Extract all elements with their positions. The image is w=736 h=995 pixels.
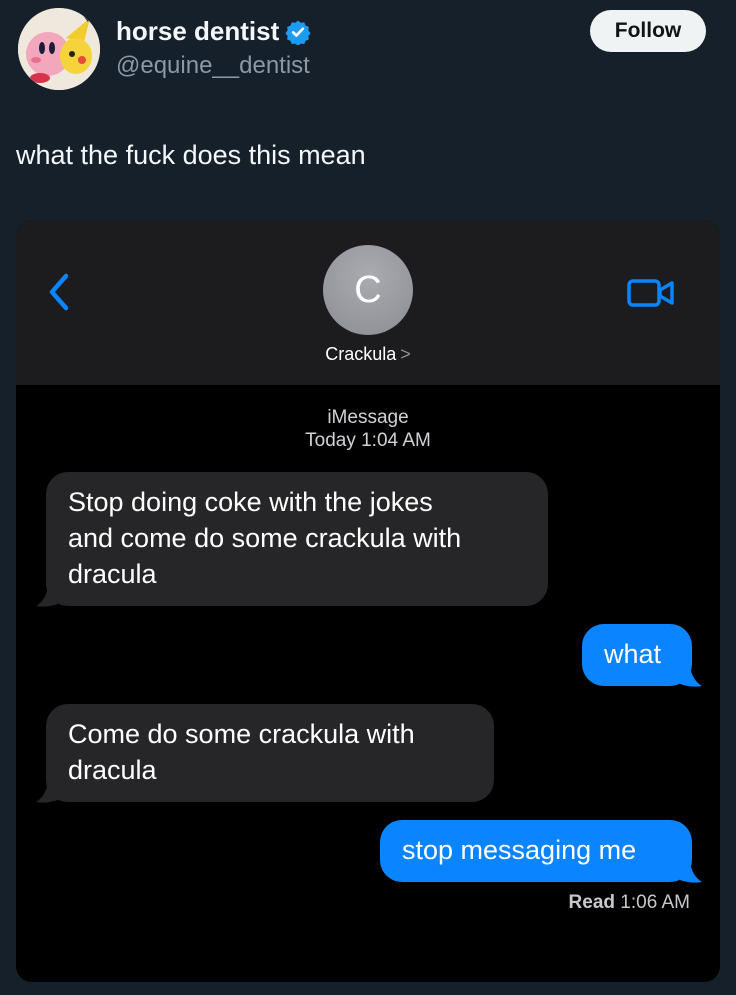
bubble-tail — [680, 666, 702, 687]
read-time: 1:06 AM — [620, 892, 690, 913]
conversation-timestamp: Today 1:04 AM — [305, 430, 431, 451]
follow-button[interactable]: Follow — [590, 10, 706, 52]
display-name[interactable]: horse dentist — [116, 16, 311, 47]
chevron-right-icon: > — [400, 344, 411, 364]
incoming-message-bubble: Come do some crackula with dracula — [46, 704, 494, 802]
incoming-message-bubble: Stop doing coke with the jokes and come … — [46, 472, 548, 606]
service-label: iMessage — [327, 407, 409, 428]
message-line: what — [604, 639, 662, 669]
display-name-text: horse dentist — [116, 16, 280, 46]
message-line: and come do some crackula with — [68, 523, 462, 553]
outgoing-message-bubble: what — [582, 624, 692, 686]
bubble-tail — [36, 586, 58, 607]
message-line: Come do some crackula with — [68, 719, 415, 749]
bubble-tail — [680, 862, 702, 883]
contact-avatar: C — [323, 245, 413, 335]
bubble-tail — [36, 782, 58, 803]
message-line: dracula — [68, 755, 157, 785]
outgoing-message-bubble: stop messaging me — [380, 820, 692, 882]
tweet-card: horse dentist @equine__dentist Follow wh… — [0, 0, 736, 995]
chevron-left-icon — [49, 273, 69, 311]
contact-initial: C — [354, 268, 382, 311]
attached-image[interactable]: C Crackula > iMessage Today 1:04 AM Stop … — [16, 220, 720, 982]
contact-name-row: Crackula > — [16, 344, 720, 365]
message-line: Stop doing coke with the jokes — [68, 487, 433, 517]
message-line: stop messaging me — [402, 835, 637, 865]
video-camera-icon — [627, 279, 674, 307]
kirby-pikachu-avatar-image — [18, 8, 100, 90]
user-avatar[interactable] — [18, 8, 100, 90]
verified-badge-icon — [285, 20, 311, 45]
conversation-header: C Crackula > — [16, 220, 720, 385]
read-receipt: Read 1:06 AM — [569, 892, 690, 914]
message-line: dracula — [68, 559, 157, 589]
contact-name: Crackula — [325, 344, 397, 364]
read-label: Read — [568, 892, 615, 913]
tweet-text: what the fuck does this mean — [16, 140, 366, 170]
user-handle[interactable]: @equine__dentist — [116, 52, 310, 80]
